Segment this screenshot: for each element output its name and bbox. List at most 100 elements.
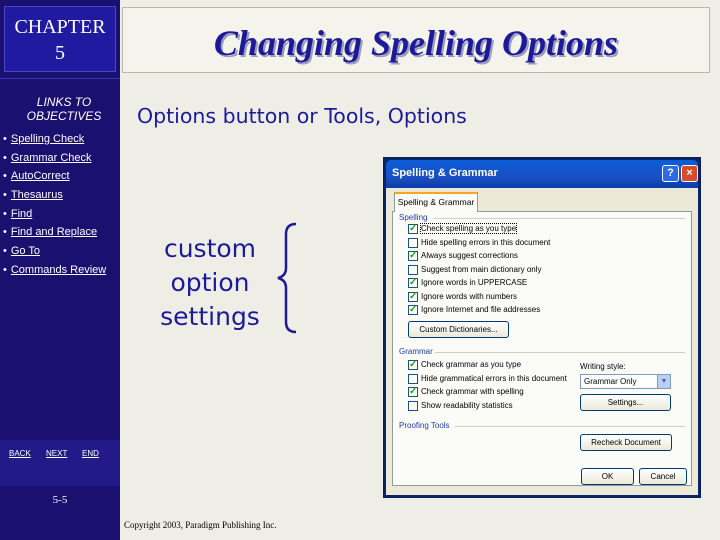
title-box: Changing Spelling Options [122,7,710,73]
ignore-internet-addresses-checkbox[interactable]: Ignore Internet and file addresses [408,304,541,318]
group-divider [433,218,685,219]
group-divider [435,352,685,353]
hide-grammatical-errors-checkbox[interactable]: Hide grammatical errors in this document [408,373,567,387]
checkbox-label: Check grammar as you type [421,360,522,369]
bullet: • [3,189,7,202]
settings-button[interactable]: Settings... [580,394,671,411]
sidebar: CHAPTER 5 LINKS TO OBJECTIVES • Spelling … [0,0,120,540]
spelling-group-label: Spelling [399,213,428,222]
dialog-body: Spelling Check spelling as you type Hide… [386,188,698,495]
check-spelling-as-you-type-checkbox[interactable]: Check spelling as you type [408,223,518,237]
end-link[interactable]: END [82,449,99,458]
bullet: • [3,263,7,276]
checkbox-label: Ignore Internet and file addresses [421,305,541,314]
writing-style-select[interactable]: Grammar Only ▼ [580,374,671,389]
ignore-uppercase-checkbox[interactable]: Ignore words in UPPERCASE [408,277,528,291]
proofing-tools-group-label: Proofing Tools [399,421,450,430]
writing-style-label: Writing style: [580,362,626,371]
checkbox-box [408,400,418,411]
group-divider [455,426,685,427]
checkbox-box [408,373,418,384]
chevron-down-icon: ▼ [657,375,670,388]
close-icon[interactable]: × [681,165,698,182]
suggest-main-dictionary-checkbox[interactable]: Suggest from main dictionary only [408,264,542,278]
link-autocorrect[interactable]: AutoCorrect [11,170,70,182]
next-link[interactable]: NEXT [46,449,67,458]
link-commands-review[interactable]: Commands Review [11,264,106,276]
spelling-grammar-dialog: Spelling & Grammar ? × Spelling Check sp… [383,157,701,498]
objectives-links: • Spelling Check • Grammar Check • AutoCorr… [3,133,106,283]
chapter-number: 5 [55,42,65,64]
callout-line1: custom [163,234,257,263]
checkbox-box [408,223,418,235]
tab-spelling-grammar[interactable]: Spelling & Grammar [394,192,478,212]
bullet: • [3,151,7,164]
copyright-text: Copyright 2003, Paradigm Publishing Inc. [124,520,277,530]
checkbox-box [408,237,418,248]
checkbox-label: Suggest from main dictionary only [421,264,542,274]
checkbox-label: Ignore words in UPPERCASE [421,278,528,287]
bullet: • [3,207,7,220]
nav-bar: BACK NEXT END [0,440,120,486]
link-item: • Spelling Check [3,133,106,152]
chapter-box: CHAPTER 5 [4,6,116,72]
dialog-title: Spelling & Grammar [392,167,498,179]
checkbox-box [408,264,418,275]
link-item: • AutoCorrect [3,170,106,189]
back-link[interactable]: BACK [9,449,31,458]
slide-title: Changing Spelling Options [213,23,619,63]
curly-brace-icon [277,222,297,334]
link-item: • Find [3,208,106,227]
links-title-line2: OBJECTIVES [26,109,102,123]
bullet: • [3,245,7,258]
bullet: • [3,226,7,239]
checkbox-label: Ignore words with numbers [421,291,518,301]
hide-spelling-errors-checkbox[interactable]: Hide spelling errors in this document [408,237,551,251]
ok-button[interactable]: OK [581,468,634,485]
checkbox-label: Hide spelling errors in this document [421,237,551,247]
check-grammar-as-you-type-checkbox[interactable]: Check grammar as you type [408,359,522,373]
cancel-button[interactable]: Cancel [639,468,687,485]
slide-subtitle: Options button or Tools, Options [137,104,467,128]
link-item: • Find and Replace [3,226,106,245]
checkbox-label: Check spelling as you type [419,223,518,234]
link-find[interactable]: Find [11,208,32,220]
link-grammar-check[interactable]: Grammar Check [11,152,92,164]
writing-style-value: Grammar Only [584,377,637,386]
callout-line2: option [170,268,250,297]
show-readability-statistics-checkbox[interactable]: Show readability statistics [408,400,513,414]
checkbox-box [408,359,418,371]
bullet: • [3,133,7,145]
checkbox-box [408,277,418,289]
links-title-line1: LINKS TO [36,95,92,109]
ignore-numbers-checkbox[interactable]: Ignore words with numbers [408,291,518,305]
grammar-group-label: Grammar [399,347,433,356]
checkbox-box [408,291,418,303]
link-thesaurus[interactable]: Thesaurus [11,189,63,201]
recheck-document-button[interactable]: Recheck Document [580,434,672,451]
checkbox-box [408,386,418,398]
checkbox-box [408,304,418,316]
links-title: LINKS TO OBJECTIVES [4,95,124,123]
chapter-label: CHAPTER [14,16,106,38]
link-find-and-replace[interactable]: Find and Replace [11,226,97,238]
link-item: • Grammar Check [3,152,106,171]
link-spelling-check[interactable]: Spelling Check [11,133,84,145]
link-item: • Commands Review [3,264,106,283]
checkbox-label: Check grammar with spelling [421,387,524,396]
always-suggest-corrections-checkbox[interactable]: Always suggest corrections [408,250,518,264]
checkbox-box [408,250,418,262]
sidebar-divider [0,78,120,79]
checkbox-label: Always suggest corrections [421,251,518,260]
callout-text: custom option settings [148,232,272,334]
tab-panel: Spelling Check spelling as you type Hide… [392,211,692,486]
page-number: 5-5 [52,494,68,506]
dialog-titlebar: Spelling & Grammar ? × [386,160,698,188]
link-item: • Thesaurus [3,189,106,208]
checkbox-label: Hide grammatical errors in this document [421,373,567,383]
check-grammar-with-spelling-checkbox[interactable]: Check grammar with spelling [408,386,524,400]
link-item: • Go To [3,245,106,264]
link-go-to[interactable]: Go To [11,245,40,257]
custom-dictionaries-button[interactable]: Custom Dictionaries... [408,321,509,338]
help-icon[interactable]: ? [662,165,679,182]
